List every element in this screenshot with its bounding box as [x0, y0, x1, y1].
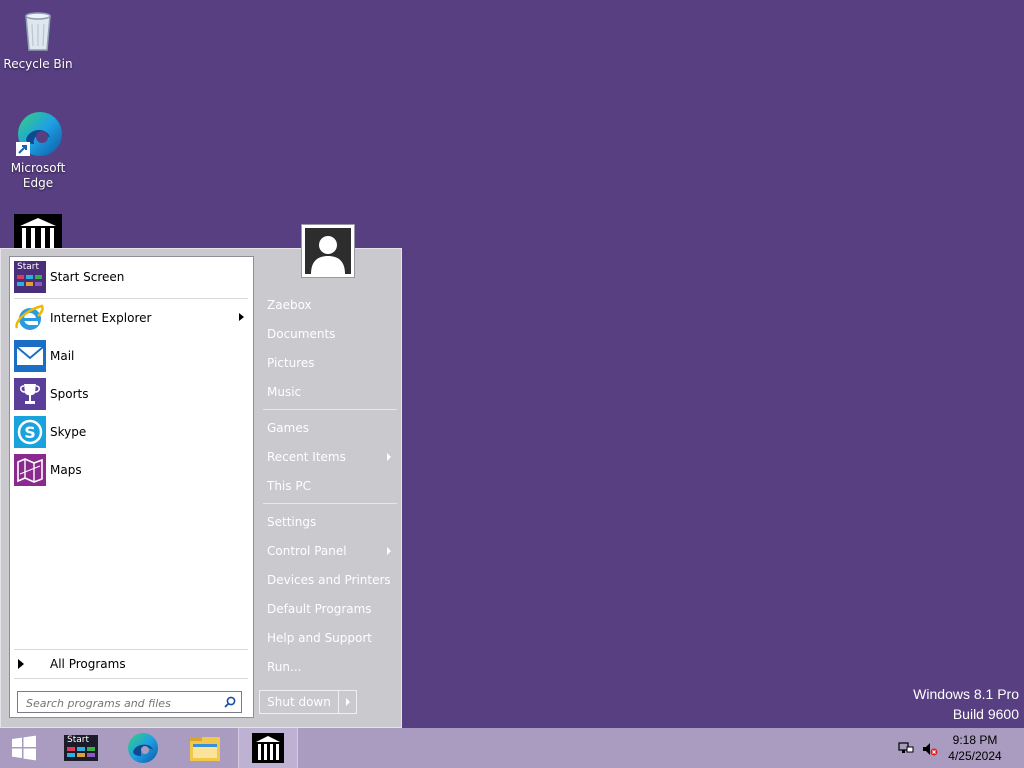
- menu-item-help-and-support[interactable]: Help and Support: [263, 626, 397, 650]
- shutdown-split-button: Shut down: [259, 690, 357, 714]
- menu-item-zaebox[interactable]: Zaebox: [263, 293, 397, 317]
- clock-time: 9:18 PM: [952, 733, 998, 747]
- windows-logo-icon: [12, 735, 36, 761]
- menu-item-settings[interactable]: Settings: [263, 510, 397, 534]
- search-box[interactable]: [17, 691, 242, 713]
- program-start-screen[interactable]: Start Start Screen: [14, 260, 250, 294]
- program-label: Start Screen: [50, 270, 125, 284]
- expand-arrow-icon: [18, 659, 24, 669]
- desktop-icon-label: Recycle Bin: [3, 57, 73, 71]
- start-menu-programs-pane: Start Start Screen Internet Explorer Mai…: [9, 256, 254, 718]
- menu-item-control-panel[interactable]: Control Panel: [263, 539, 397, 563]
- program-mail[interactable]: Mail: [14, 339, 250, 373]
- start-badge-text: Start: [17, 262, 39, 272]
- program-label: Skype: [50, 425, 87, 439]
- internet-explorer-icon: [14, 302, 46, 334]
- taskbar-start-screen[interactable]: Start: [52, 728, 110, 768]
- all-programs-button[interactable]: All Programs: [18, 653, 248, 675]
- taskbar-file-explorer[interactable]: [176, 728, 234, 768]
- menu-item-recent-items[interactable]: Recent Items: [263, 445, 397, 469]
- submenu-arrow-icon: [239, 313, 244, 321]
- menu-item-devices-and-printers[interactable]: Devices and Printers: [263, 568, 397, 592]
- menu-item-this-pc[interactable]: This PC: [263, 474, 397, 498]
- menu-item-music[interactable]: Music: [263, 380, 397, 404]
- watermark-build: Build 9600: [952, 706, 1019, 722]
- program-label: Mail: [50, 349, 75, 363]
- all-programs-label: All Programs: [50, 657, 126, 671]
- search-icon[interactable]: [224, 696, 236, 708]
- separator: [263, 503, 397, 504]
- submenu-arrow-icon: [387, 547, 391, 555]
- menu-item-label: Settings: [267, 515, 317, 529]
- menu-item-label: Documents: [267, 327, 336, 341]
- folder-icon: [190, 737, 220, 761]
- desktop-icon-recycle-bin[interactable]: Recycle Bin: [0, 6, 76, 72]
- museum-icon: [252, 733, 284, 763]
- taskbar-edge[interactable]: [114, 728, 172, 768]
- program-maps[interactable]: Maps: [14, 453, 250, 487]
- skype-icon: S: [14, 416, 46, 448]
- program-label: Sports: [50, 387, 89, 401]
- mail-icon: [14, 340, 46, 372]
- start-screen-icon: Start: [64, 735, 98, 761]
- clock-date: 4/25/2024: [948, 749, 1002, 763]
- start-menu: Start Start Screen Internet Explorer Mai…: [0, 224, 402, 728]
- trophy-icon: [14, 378, 46, 410]
- windows-watermark: Windows 8.1 Pro Build 9600: [913, 684, 1019, 724]
- program-label: Internet Explorer: [50, 311, 152, 325]
- separator: [14, 649, 248, 650]
- menu-item-pictures[interactable]: Pictures: [263, 351, 397, 375]
- program-internet-explorer[interactable]: Internet Explorer: [14, 301, 250, 335]
- start-badge-text: Start: [67, 735, 89, 745]
- network-icon[interactable]: [898, 742, 914, 756]
- chevron-right-icon: [346, 698, 350, 706]
- watermark-edition: Windows 8.1 Pro: [913, 686, 1019, 702]
- shutdown-button[interactable]: Shut down: [260, 691, 339, 713]
- search-input[interactable]: [24, 693, 224, 713]
- submenu-arrow-icon: [387, 453, 391, 461]
- separator: [14, 678, 248, 679]
- menu-item-label: Zaebox: [267, 298, 312, 312]
- menu-item-label: Default Programs: [267, 602, 372, 616]
- recycle-bin-icon: [14, 6, 62, 54]
- start-screen-icon: Start: [14, 261, 46, 293]
- menu-item-label: Devices and Printers: [267, 573, 391, 587]
- volume-muted-icon[interactable]: [922, 741, 938, 757]
- menu-item-label: Pictures: [267, 356, 315, 370]
- menu-item-documents[interactable]: Documents: [263, 322, 397, 346]
- maps-icon: [14, 454, 46, 486]
- user-avatar-icon: [305, 228, 351, 274]
- menu-item-label: Games: [267, 421, 309, 435]
- menu-item-games[interactable]: Games: [263, 416, 397, 440]
- start-button[interactable]: [0, 728, 48, 768]
- menu-item-label: Help and Support: [267, 631, 372, 645]
- shutdown-options-button[interactable]: [339, 691, 356, 713]
- menu-item-default-programs[interactable]: Default Programs: [263, 597, 397, 621]
- menu-item-run[interactable]: Run...: [263, 655, 397, 679]
- separator: [263, 409, 397, 410]
- edge-icon: [128, 733, 158, 763]
- taskbar-museum-app[interactable]: [238, 728, 298, 768]
- menu-item-label: Music: [267, 385, 302, 399]
- desktop-icon-microsoft-edge[interactable]: Microsoft Edge: [0, 110, 76, 191]
- clock[interactable]: 9:18 PM 4/25/2024: [940, 732, 1010, 764]
- menu-item-label: This PC: [267, 479, 311, 493]
- menu-item-label: Control Panel: [267, 544, 347, 558]
- edge-icon: [14, 110, 62, 158]
- svg-text:S: S: [24, 423, 36, 442]
- menu-item-label: Recent Items: [267, 450, 346, 464]
- program-skype[interactable]: S Skype: [14, 415, 250, 449]
- separator: [14, 298, 248, 299]
- taskbar: Start 9:18 PM 4/25/2024: [0, 728, 1024, 768]
- user-account-picture[interactable]: [301, 224, 355, 278]
- program-label: Maps: [50, 463, 82, 477]
- menu-item-label: Run...: [267, 660, 302, 674]
- desktop-icon-label: Microsoft Edge: [10, 161, 66, 190]
- program-sports[interactable]: Sports: [14, 377, 250, 411]
